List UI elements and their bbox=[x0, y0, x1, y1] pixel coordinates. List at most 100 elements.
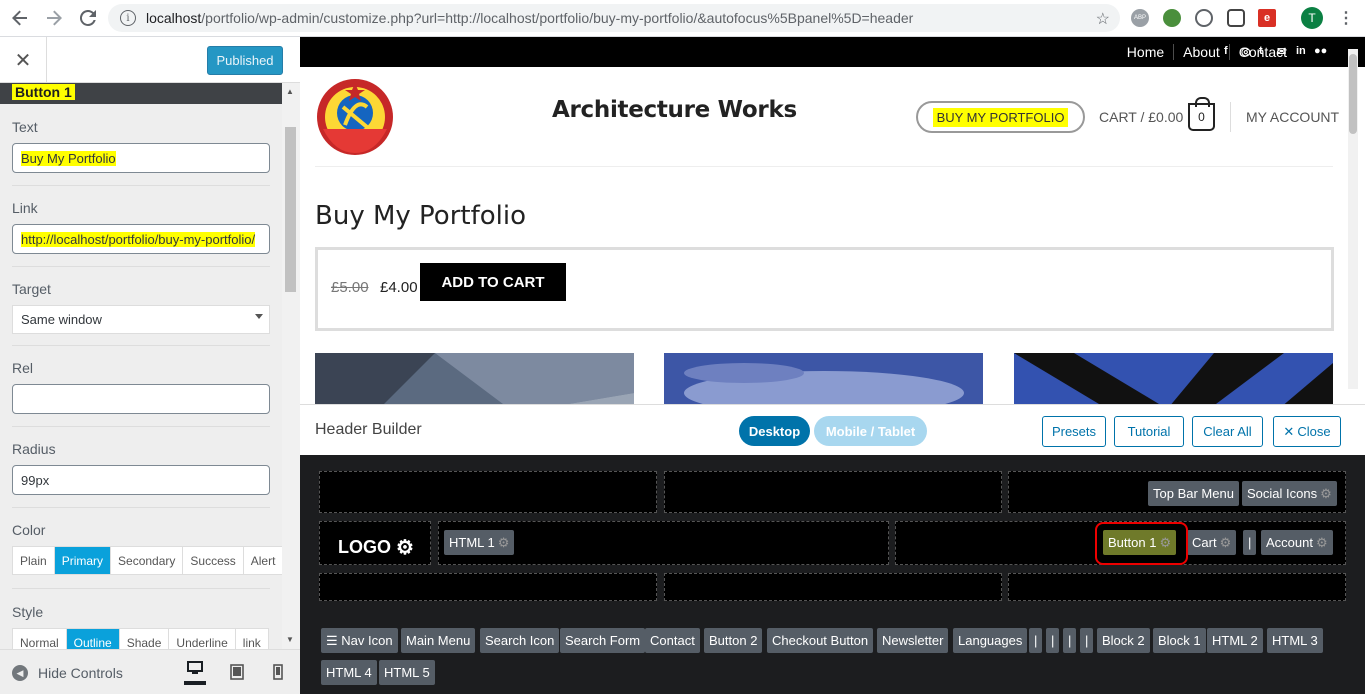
element-logo[interactable]: LOGO ⚙ bbox=[338, 535, 414, 560]
mobile-tablet-toggle[interactable]: Mobile / Tablet bbox=[814, 416, 927, 446]
preview-scroll-thumb[interactable] bbox=[1349, 54, 1357, 134]
style-option-underline[interactable]: Underline bbox=[169, 629, 236, 649]
add-to-cart-button[interactable]: ADD TO CART bbox=[420, 263, 566, 301]
presets-button[interactable]: Presets bbox=[1042, 416, 1106, 447]
cart-link[interactable]: CART / £0.00 bbox=[1099, 109, 1183, 125]
gallery-image[interactable] bbox=[1014, 353, 1333, 404]
rel-field[interactable] bbox=[12, 384, 270, 414]
desktop-preview-icon[interactable] bbox=[184, 655, 206, 685]
gear-icon[interactable]: ⚙ bbox=[1220, 535, 1232, 551]
element-search-form[interactable]: Search Form bbox=[560, 628, 646, 653]
drop-zone-bottom-right[interactable] bbox=[1008, 573, 1346, 601]
gear-icon[interactable]: ⚙ bbox=[498, 535, 510, 551]
element-divider-1[interactable]: | bbox=[1029, 628, 1043, 653]
element-social-icons[interactable]: Social Icons ⚙ bbox=[1242, 481, 1337, 506]
element-block-2[interactable]: Block 2 bbox=[1097, 628, 1150, 653]
element-html-5[interactable]: HTML 5 bbox=[379, 660, 435, 685]
close-icon[interactable]: ✕ bbox=[0, 37, 47, 83]
drop-zone-top-center[interactable] bbox=[664, 471, 1002, 513]
mobile-preview-icon[interactable] bbox=[267, 662, 289, 682]
element-nav-icon[interactable]: ☰ Nav Icon bbox=[321, 628, 398, 653]
target-select[interactable]: Same window bbox=[12, 305, 270, 334]
element-divider-4[interactable]: | bbox=[1080, 628, 1094, 653]
element-html-4[interactable]: HTML 4 bbox=[321, 660, 377, 685]
my-account-link[interactable]: MY ACCOUNT bbox=[1246, 109, 1339, 125]
nav-home[interactable]: Home bbox=[1118, 44, 1173, 60]
panel-scroll-thumb[interactable] bbox=[285, 127, 296, 292]
divider bbox=[12, 185, 270, 186]
profile-avatar[interactable]: T bbox=[1301, 7, 1323, 29]
tablet-preview-icon[interactable] bbox=[226, 662, 248, 682]
instagram-icon[interactable]: ◎ bbox=[1241, 45, 1251, 58]
adblock-extension-icon[interactable]: ABP bbox=[1131, 9, 1149, 27]
drop-zone-bottom-center[interactable] bbox=[664, 573, 1002, 601]
element-html-1[interactable]: HTML 1 ⚙ bbox=[444, 530, 515, 555]
element-newsletter[interactable]: Newsletter bbox=[877, 628, 949, 653]
element-block-1[interactable]: Block 1 bbox=[1153, 628, 1206, 653]
incognito-extension-icon[interactable] bbox=[1227, 9, 1245, 27]
element-divider[interactable]: | bbox=[1243, 530, 1257, 555]
color-option-plain[interactable]: Plain bbox=[13, 547, 55, 574]
clear-all-button[interactable]: Clear All bbox=[1192, 416, 1263, 447]
kebab-menu-icon[interactable]: ⋮ bbox=[1338, 8, 1354, 28]
link-field[interactable]: http://localhost/portfolio/buy-my-portfo… bbox=[12, 224, 270, 254]
globe-extension-icon[interactable] bbox=[1163, 9, 1181, 27]
site-title[interactable]: Architecture Works bbox=[552, 97, 797, 123]
email-icon[interactable]: ✉ bbox=[1277, 45, 1286, 58]
cart-count-icon[interactable]: 0 bbox=[1188, 97, 1215, 131]
color-option-secondary[interactable]: Secondary bbox=[111, 547, 184, 574]
address-bar[interactable]: i localhost/portfolio/wp-admin/customize… bbox=[108, 4, 1120, 32]
eye-extension-icon[interactable] bbox=[1195, 9, 1213, 27]
scroll-down-icon[interactable]: ▼ bbox=[286, 635, 294, 644]
twitter-icon[interactable]: t bbox=[1259, 45, 1263, 57]
e-extension-icon[interactable]: e bbox=[1258, 9, 1276, 27]
element-html-3[interactable]: HTML 3 bbox=[1267, 628, 1323, 653]
gear-icon[interactable]: ⚙ bbox=[1316, 535, 1328, 551]
close-button[interactable]: ✕ Close bbox=[1273, 416, 1341, 447]
facebook-icon[interactable]: f bbox=[1224, 45, 1228, 57]
star-icon[interactable]: ☆ bbox=[1096, 9, 1110, 29]
element-html-2[interactable]: HTML 2 bbox=[1207, 628, 1263, 653]
reload-icon[interactable] bbox=[74, 4, 102, 32]
style-option-shade[interactable]: Shade bbox=[120, 629, 170, 649]
desktop-toggle[interactable]: Desktop bbox=[739, 416, 810, 446]
nav-about[interactable]: About bbox=[1173, 44, 1229, 60]
element-account[interactable]: Account ⚙ bbox=[1261, 530, 1333, 555]
scroll-up-icon[interactable]: ▲ bbox=[286, 87, 294, 96]
drop-zone-top-left[interactable] bbox=[319, 471, 657, 513]
hide-controls-button[interactable]: ◀ Hide Controls bbox=[12, 665, 123, 681]
style-option-outline[interactable]: Outline bbox=[66, 629, 120, 649]
element-divider-2[interactable]: | bbox=[1046, 628, 1060, 653]
element-divider-3[interactable]: | bbox=[1063, 628, 1077, 653]
radius-field[interactable]: 99px bbox=[12, 465, 270, 495]
element-contact[interactable]: Contact bbox=[645, 628, 700, 653]
element-top-bar-menu[interactable]: Top Bar Menu bbox=[1148, 481, 1239, 506]
color-option-primary[interactable]: Primary bbox=[54, 547, 112, 574]
element-cart[interactable]: Cart ⚙ bbox=[1187, 530, 1237, 555]
color-option-success[interactable]: Success bbox=[183, 547, 244, 574]
gallery-image[interactable] bbox=[664, 353, 983, 404]
element-checkout-button[interactable]: Checkout Button bbox=[767, 628, 874, 653]
preview-scrollbar[interactable] bbox=[1348, 49, 1358, 389]
info-icon[interactable]: i bbox=[120, 10, 136, 26]
tutorial-button[interactable]: Tutorial bbox=[1114, 416, 1184, 447]
gear-icon[interactable]: ⚙ bbox=[396, 535, 414, 560]
drop-zone-bottom-left[interactable] bbox=[319, 573, 657, 601]
gear-icon[interactable]: ⚙ bbox=[1320, 486, 1332, 502]
linkedin-icon[interactable]: in bbox=[1296, 45, 1306, 57]
element-languages[interactable]: Languages bbox=[953, 628, 1028, 653]
element-search-icon[interactable]: Search Icon bbox=[480, 628, 560, 653]
style-option-link[interactable]: link bbox=[236, 629, 268, 650]
color-option-alert[interactable]: Alert bbox=[244, 547, 282, 574]
buy-my-portfolio-button[interactable]: BUY MY PORTFOLIO bbox=[916, 101, 1085, 133]
flickr-icon[interactable]: ●● bbox=[1314, 45, 1327, 57]
element-button-2[interactable]: Button 2 bbox=[704, 628, 763, 653]
forward-icon[interactable] bbox=[40, 4, 68, 32]
style-option-normal[interactable]: Normal bbox=[13, 629, 67, 649]
gallery-image[interactable] bbox=[315, 353, 634, 404]
published-button[interactable]: Published bbox=[207, 46, 283, 75]
text-field[interactable]: Buy My Portfolio bbox=[12, 143, 270, 173]
site-logo[interactable] bbox=[315, 77, 395, 157]
back-icon[interactable] bbox=[6, 4, 34, 32]
element-main-menu[interactable]: Main Menu bbox=[401, 628, 476, 653]
